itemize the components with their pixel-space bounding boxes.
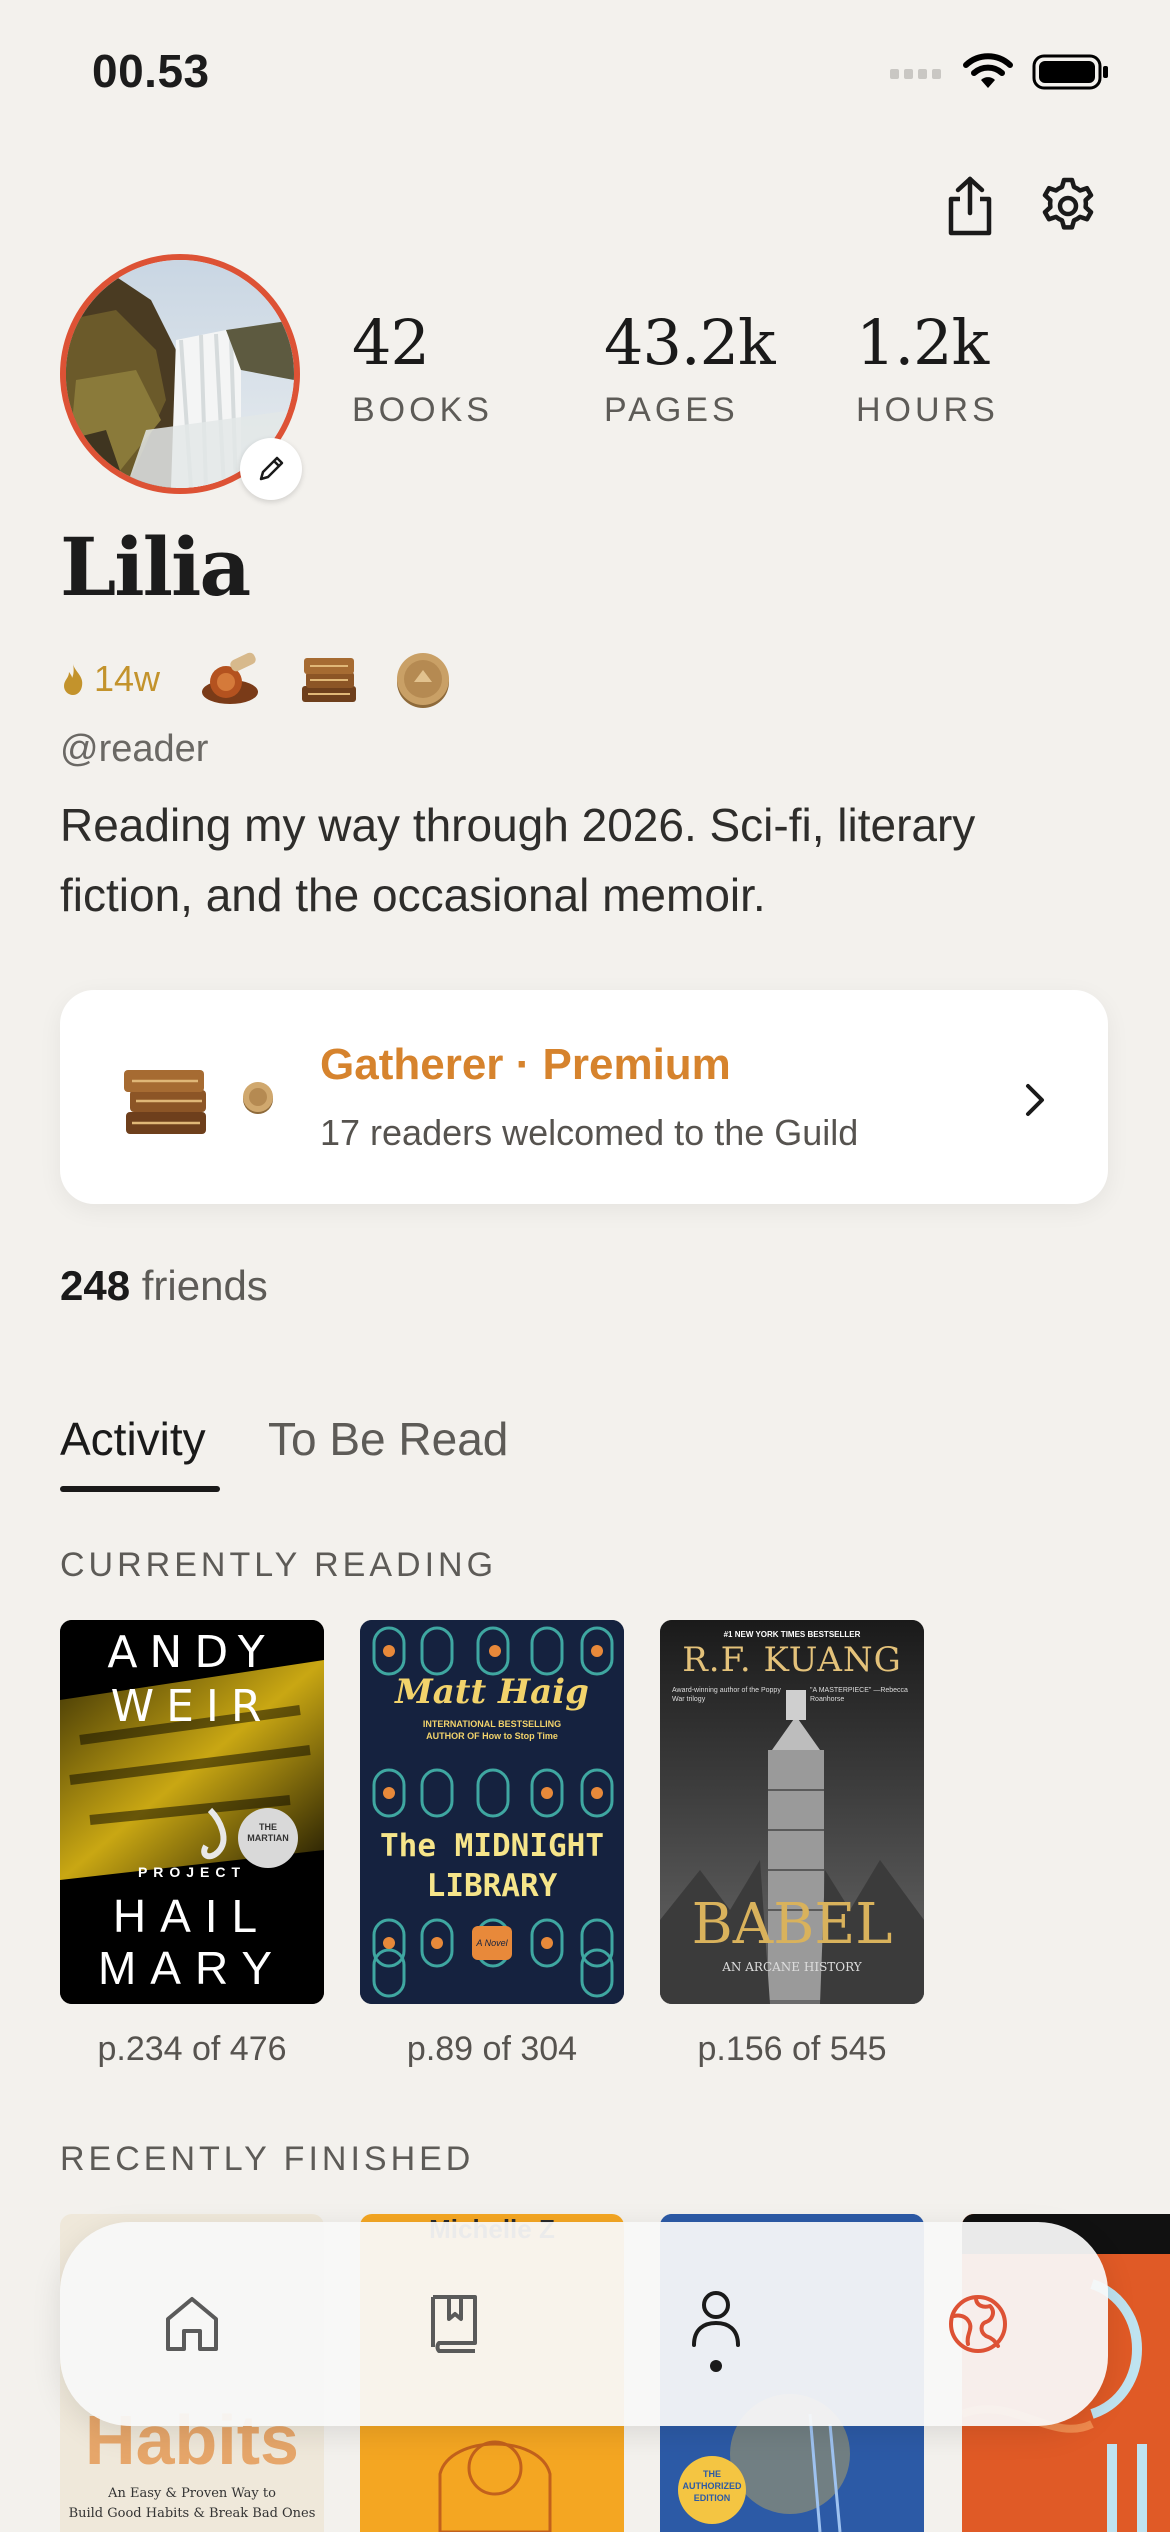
profile-handle: @reader bbox=[60, 728, 209, 770]
share-button[interactable] bbox=[938, 174, 1002, 238]
person-icon bbox=[692, 2291, 740, 2347]
settings-button[interactable] bbox=[1036, 174, 1100, 238]
tab-activity[interactable]: Activity bbox=[60, 1412, 206, 1466]
cover-text-title-1: The MIDNIGHT bbox=[380, 1828, 604, 1864]
recently-finished-heading: RECENTLY FINISHED bbox=[60, 2140, 475, 2178]
gear-icon bbox=[1042, 177, 1094, 230]
book-cover-midnight-library[interactable]: Matt Haig INTERNATIONAL BESTSELLING AUTH… bbox=[360, 1620, 624, 2004]
currently-reading-heading: CURRENTLY READING bbox=[60, 1546, 498, 1584]
streak-row: 14w bbox=[60, 646, 456, 712]
cellular-signal-icon bbox=[890, 69, 941, 79]
profile-name: Lilia bbox=[60, 520, 251, 614]
nav-home[interactable] bbox=[142, 2274, 242, 2374]
stat-label: PAGES bbox=[604, 391, 739, 429]
coin-badge-icon[interactable] bbox=[390, 646, 456, 712]
friends-count: 248 bbox=[60, 1262, 131, 1309]
stat-hours: 1.2k HOURS bbox=[856, 306, 999, 430]
cover-text-author: Matt Haig bbox=[395, 1672, 589, 1712]
share-icon bbox=[948, 176, 992, 236]
pencil-icon bbox=[259, 456, 284, 481]
stat-value: 43.2k bbox=[604, 306, 776, 379]
home-icon bbox=[166, 2297, 218, 2351]
cover-text-subtitle: PROJECT bbox=[137, 1864, 247, 1880]
profile-bio: Reading my way through 2026. Sci-fi, lit… bbox=[60, 799, 976, 921]
cover-text-subtitle: Build Good Habits & Break Bad Ones bbox=[68, 2506, 316, 2521]
tab-to-be-read[interactable]: To Be Read bbox=[268, 1412, 508, 1466]
tab-active-indicator bbox=[60, 1486, 220, 1492]
cover-text-title-2: MARY bbox=[97, 1942, 287, 1994]
edit-avatar-button[interactable] bbox=[240, 438, 302, 500]
book-cover-babel[interactable]: #1 NEW YORK TIMES BESTSELLER R.F. KUANG … bbox=[660, 1620, 924, 2004]
stat-pages: 43.2k PAGES bbox=[604, 306, 776, 430]
globe-icon bbox=[949, 2295, 1007, 2353]
cover-text-quote: "A MASTERPIECE" —Rebecca Roanhorse bbox=[810, 1687, 908, 1703]
friends-link[interactable]: 248 friends bbox=[60, 1262, 268, 1310]
stat-label: BOOKS bbox=[352, 391, 493, 429]
coin-icon bbox=[243, 1082, 273, 1114]
scroll-seal-badge-icon[interactable] bbox=[196, 646, 262, 712]
book-stack-badge-icon[interactable] bbox=[296, 646, 362, 712]
nav-explore[interactable] bbox=[928, 2274, 1028, 2374]
guild-subtitle: 17 readers welcomed to the Guild bbox=[320, 1112, 859, 1153]
cover-text-title-1: HAIL bbox=[112, 1890, 272, 1942]
cover-text-edition: THE bbox=[703, 2469, 721, 2479]
cover-text-blurb: Award-winning author of the Poppy War tr… bbox=[672, 1687, 781, 1703]
reading-progress: p.234 of 476 bbox=[97, 2030, 287, 2068]
reading-progress: p.89 of 304 bbox=[406, 2030, 578, 2068]
nav-profile[interactable] bbox=[666, 2270, 766, 2370]
cover-text-bestseller: #1 NEW YORK TIMES BESTSELLER bbox=[723, 1630, 861, 1639]
cover-text-title-2: LIBRARY bbox=[426, 1868, 558, 1904]
cover-text-author-first: ANDY bbox=[107, 1627, 277, 1678]
status-time: 00.53 bbox=[92, 45, 210, 97]
reading-progress: p.156 of 545 bbox=[697, 2030, 887, 2068]
cover-text-subtitle: An Easy & Proven Way to bbox=[108, 2486, 276, 2501]
cover-text-author-last: WEIR bbox=[110, 1681, 274, 1732]
cover-text-subtitle: AN ARCANE HISTORY bbox=[722, 1960, 862, 1974]
stat-value: 42 bbox=[352, 306, 430, 379]
cover-text-novel: A Novel bbox=[472, 1926, 512, 1960]
wifi-icon bbox=[963, 53, 1013, 88]
friends-label: friends bbox=[141, 1262, 268, 1309]
cover-badge-text: MARTIAN bbox=[247, 1833, 289, 1843]
cover-text-edition: AUTHORIZED bbox=[682, 2481, 742, 2491]
bookmark-book-icon bbox=[431, 2295, 477, 2353]
stat-value: 1.2k bbox=[856, 306, 989, 379]
streak-value: 14w bbox=[94, 658, 161, 699]
cover-text-edition: EDITION bbox=[693, 2493, 731, 2503]
cover-badge-text: THE bbox=[259, 1822, 277, 1832]
stat-books: 42 BOOKS bbox=[352, 306, 493, 430]
flame-icon bbox=[64, 664, 83, 695]
cover-text-author: R.F. KUANG bbox=[682, 1640, 902, 1680]
book-stack-icon bbox=[124, 1070, 206, 1134]
cover-text-tagline: AUTHOR OF How to Stop Time bbox=[426, 1731, 558, 1741]
status-indicators bbox=[890, 52, 1110, 92]
cover-illustration bbox=[438, 2440, 552, 2532]
cover-text-title: BABEL bbox=[691, 1892, 893, 1957]
cover-text-tagline: INTERNATIONAL BESTSELLING bbox=[422, 1719, 562, 1729]
chevron-right-icon bbox=[1026, 1084, 1044, 1116]
stat-label: HOURS bbox=[856, 391, 999, 429]
book-cover-project-hail-mary[interactable]: ANDY WEIR THE MARTIAN PROJECT HAIL MARY bbox=[60, 1620, 324, 2004]
active-tab-dot bbox=[710, 2360, 722, 2372]
guild-title: Gatherer · Premium bbox=[320, 1040, 731, 1089]
nav-library[interactable] bbox=[404, 2274, 504, 2374]
battery-icon bbox=[1032, 54, 1108, 90]
